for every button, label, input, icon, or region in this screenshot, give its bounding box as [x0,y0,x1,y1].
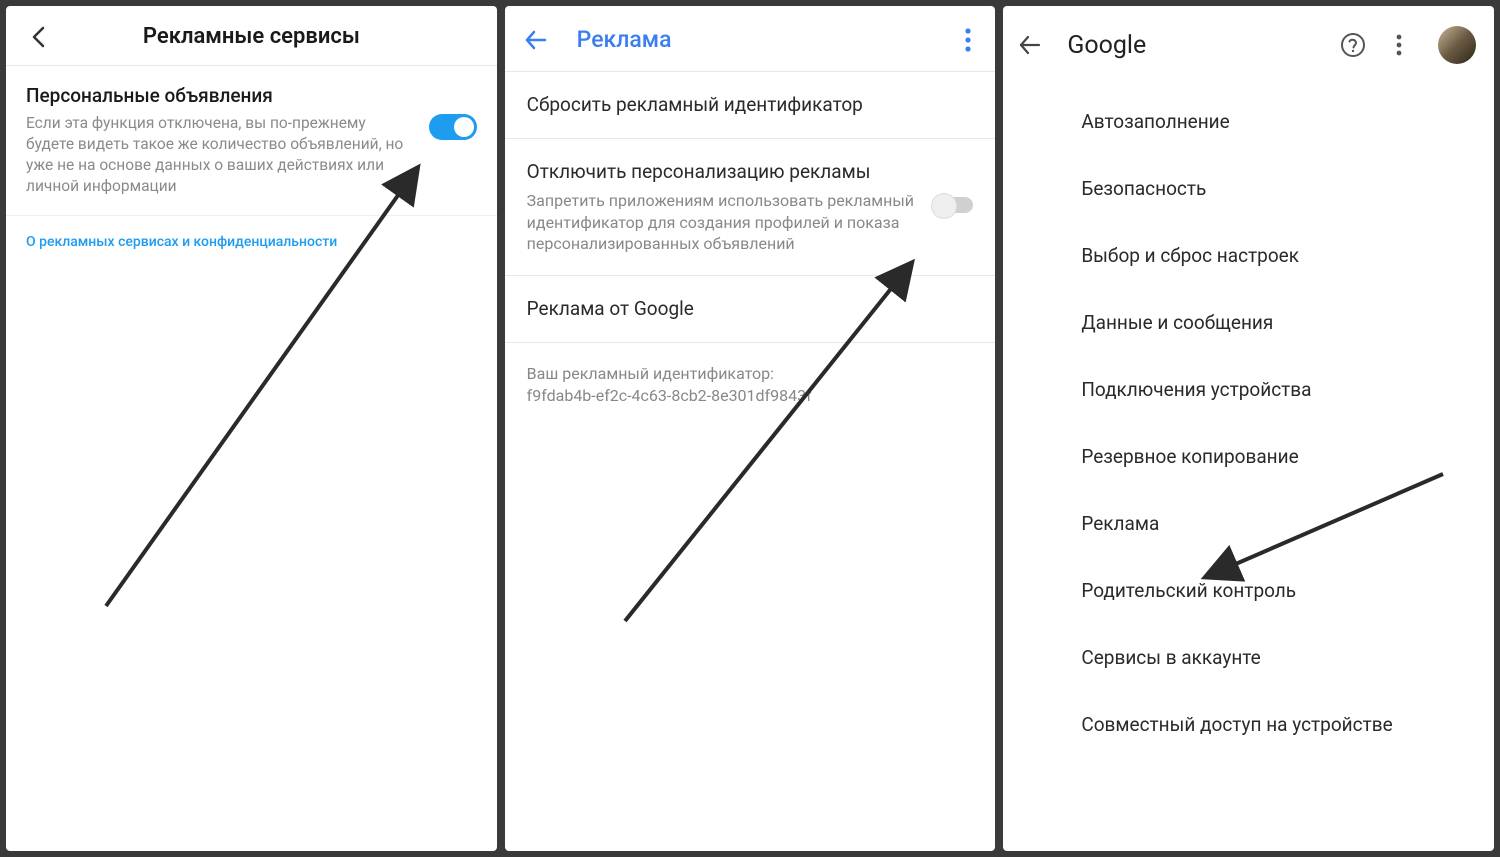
account-avatar[interactable] [1438,26,1476,64]
list-item-reset-settings[interactable]: Выбор и сброс настроек [1003,222,1494,289]
item-title: Отключить персонализацию рекламы [527,159,922,185]
screen-title: Реклама [577,26,938,53]
personal-ads-toggle[interactable] [429,114,477,140]
item-title: Реклама от Google [527,296,974,322]
help-icon [1340,32,1366,58]
google-ads-item[interactable]: Реклама от Google [505,276,996,343]
screen-google-settings: Google Автозаполнение Безопасность Выбор… [1003,6,1494,851]
chevron-left-icon [31,26,45,48]
list-item-backup[interactable]: Резервное копирование [1003,423,1494,490]
more-vert-icon [965,28,971,52]
back-button[interactable] [1017,32,1043,58]
ad-id-info: Ваш рекламный идентификатор: f9fdab4b-ef… [505,343,996,428]
about-ads-link[interactable]: О рекламных сервисах и конфиденциальност… [6,216,497,268]
header: Реклама [505,6,996,72]
reset-ad-id-item[interactable]: Сбросить рекламный идентификатор [505,72,996,139]
header: Рекламные сервисы [6,6,497,66]
list-item-shared-access[interactable]: Совместный доступ на устройстве [1003,691,1494,758]
item-title: Сбросить рекламный идентификатор [527,92,974,118]
disable-personalization-item[interactable]: Отключить персонализацию рекламы Запрети… [505,139,996,276]
arrow-left-icon [523,27,549,53]
help-button[interactable] [1340,32,1366,58]
item-desc: Если эта функция отключена, вы по-прежне… [26,113,417,197]
settings-list: Автозаполнение Безопасность Выбор и сбро… [1003,82,1494,758]
personal-ads-item[interactable]: Персональные объявления Если эта функция… [6,66,497,216]
item-text: Сбросить рекламный идентификатор [527,92,974,118]
screen-ads: Реклама Сбросить рекламный идентификатор… [505,6,996,851]
back-button[interactable] [523,27,549,53]
list-item-autofill[interactable]: Автозаполнение [1003,88,1494,155]
screen-title: Рекламные сервисы [70,24,433,49]
more-button[interactable] [965,28,977,52]
item-title: Персональные объявления [26,84,417,107]
item-text: Персональные объявления Если эта функция… [26,84,417,197]
list-item-data-messages[interactable]: Данные и сообщения [1003,289,1494,356]
more-button[interactable] [1390,34,1408,56]
screen-title: Google [1067,31,1316,60]
list-item-parental-control[interactable]: Родительский контроль [1003,557,1494,624]
more-vert-icon [1396,34,1402,56]
screen-ad-services: Рекламные сервисы Персональные объявлени… [6,6,497,851]
list-item-security[interactable]: Безопасность [1003,155,1494,222]
list-item-ads[interactable]: Реклама [1003,490,1494,557]
item-text: Реклама от Google [527,296,974,322]
ad-id-label: Ваш рекламный идентификатор: [527,363,974,385]
header: Google [1003,6,1494,82]
disable-personalization-toggle[interactable] [933,197,973,213]
list-item-device-connections[interactable]: Подключения устройства [1003,356,1494,423]
item-text: Отключить персонализацию рекламы Запрети… [527,159,922,255]
item-desc: Запретить приложениям использовать рекла… [527,190,922,255]
ad-id-value: f9fdab4b-ef2c-4c63-8cb2-8e301df9843f [527,385,974,407]
arrow-left-icon [1017,32,1043,58]
back-button[interactable] [26,25,50,49]
list-item-account-services[interactable]: Сервисы в аккаунте [1003,624,1494,691]
